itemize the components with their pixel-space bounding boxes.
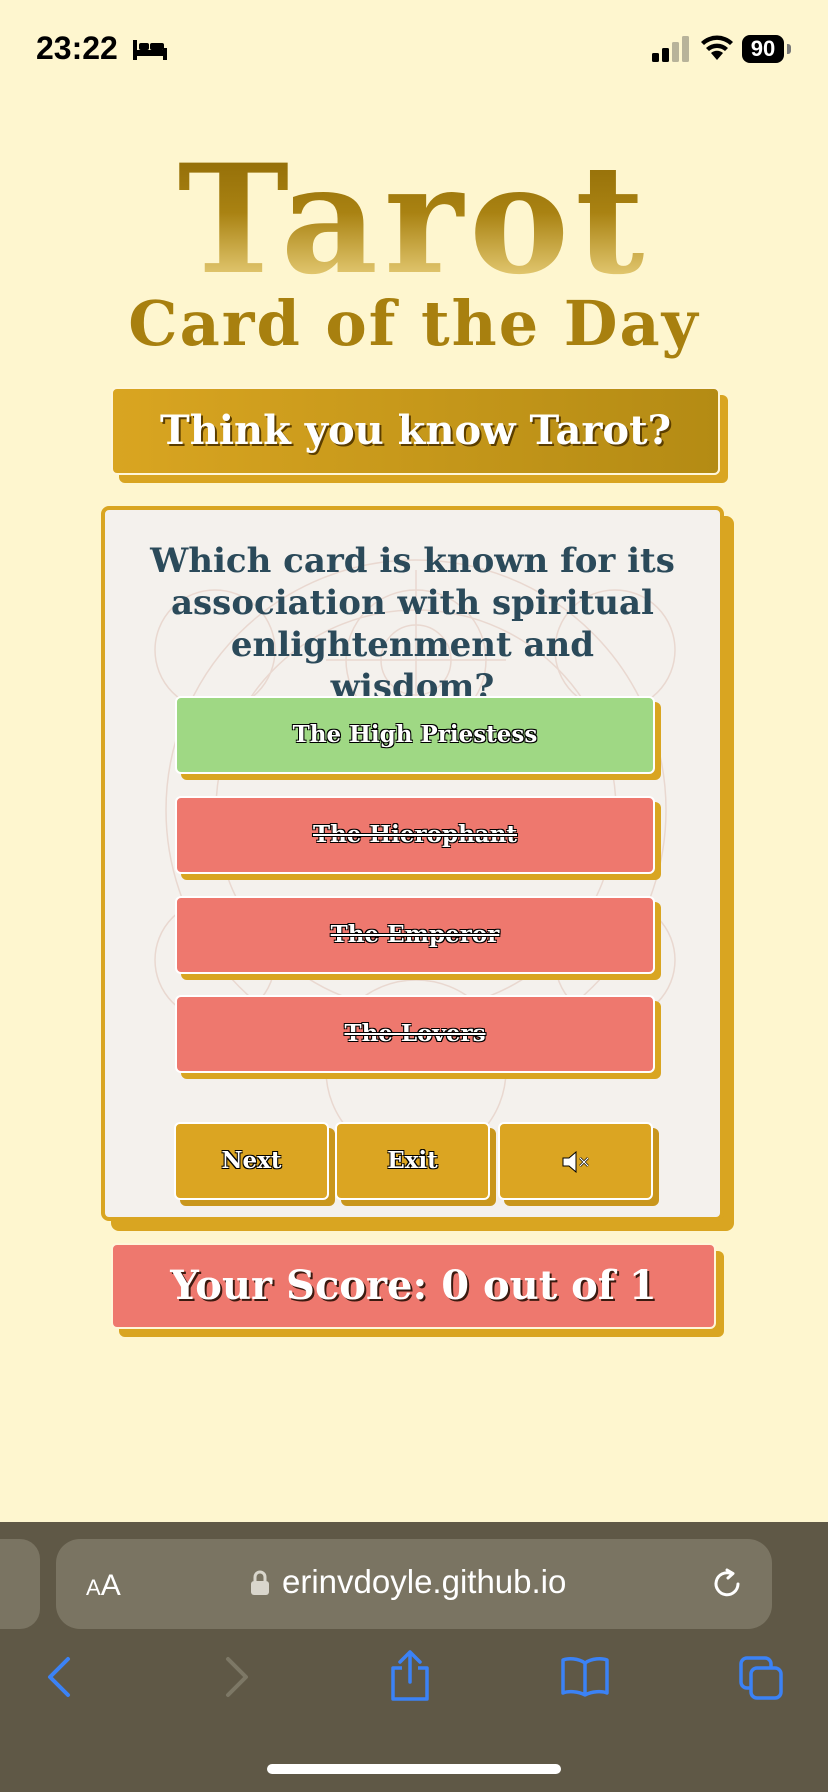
next-button[interactable]: Next	[174, 1122, 329, 1200]
answer-button-lovers[interactable]: The Lovers	[175, 995, 655, 1073]
status-bar: 23:22 90	[0, 0, 828, 100]
answer-button-high-priestess[interactable]: The High Priestess	[175, 696, 655, 774]
battery-indicator: 90	[742, 35, 784, 63]
app-title: Tarot Card of the Day	[0, 145, 828, 359]
bookmarks-icon[interactable]	[560, 1655, 610, 1697]
back-icon[interactable]	[44, 1655, 74, 1699]
title-main: Tarot	[0, 145, 828, 295]
reader-settings-button[interactable]: AA	[86, 1569, 121, 1603]
reload-icon[interactable]	[710, 1567, 744, 1601]
url-text[interactable]: erinvdoyle.github.io	[282, 1563, 566, 1601]
home-indicator	[267, 1764, 561, 1774]
status-time: 23:22	[36, 30, 118, 66]
exit-button[interactable]: Exit	[335, 1122, 490, 1200]
answer-button-hierophant[interactable]: The Hierophant	[175, 796, 655, 874]
speaker-muted-icon	[562, 1150, 589, 1174]
forward-icon[interactable]	[222, 1655, 252, 1699]
answer-button-emperor[interactable]: The Emperor	[175, 896, 655, 974]
tabs-icon[interactable]	[738, 1655, 784, 1701]
score-display: Your Score: 0 out of 1	[111, 1243, 716, 1329]
sleep-focus-icon	[133, 40, 167, 60]
share-icon[interactable]	[388, 1650, 432, 1702]
battery-tip	[787, 44, 791, 54]
quiz-banner: Think you know Tarot?	[111, 387, 720, 475]
cell-signal-icon	[652, 36, 689, 62]
lock-icon	[251, 1570, 269, 1595]
wifi-icon	[701, 35, 733, 60]
quiz-card: Which card is known for its association …	[101, 506, 724, 1221]
quiz-question: Which card is known for its association …	[150, 541, 675, 707]
mute-button[interactable]	[498, 1122, 653, 1200]
previous-tab-peek[interactable]	[0, 1539, 40, 1629]
title-subtitle: Card of the Day	[128, 287, 700, 360]
